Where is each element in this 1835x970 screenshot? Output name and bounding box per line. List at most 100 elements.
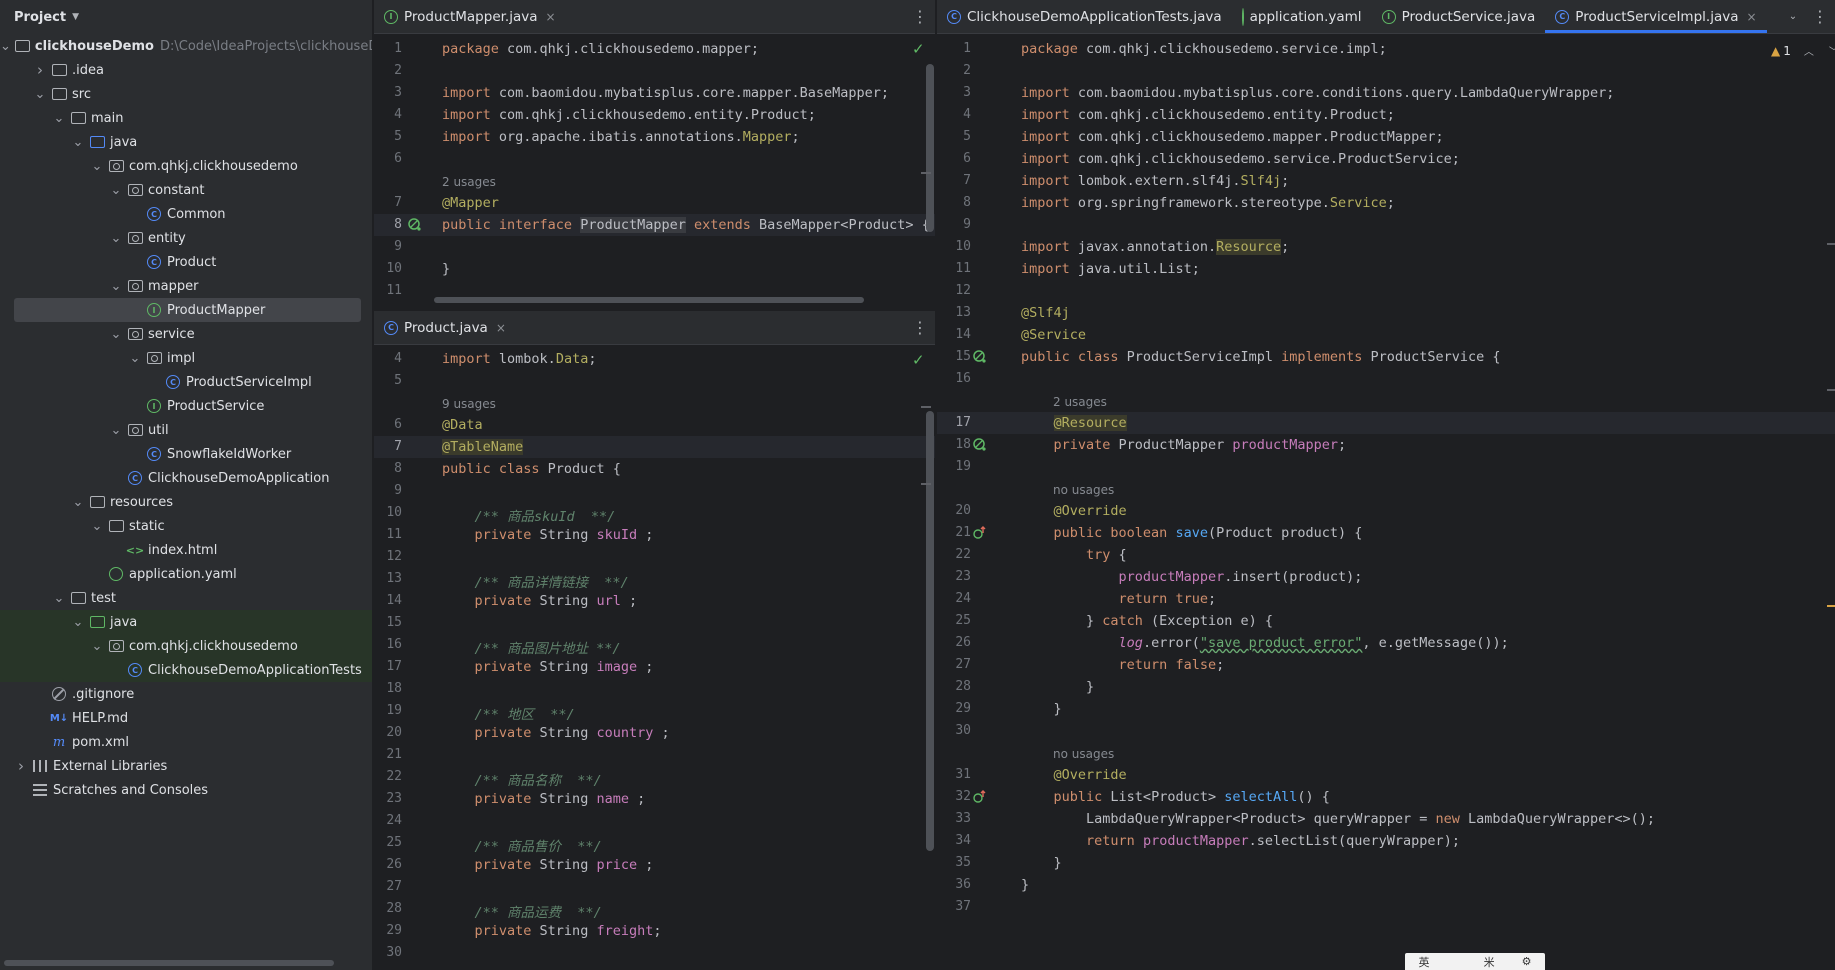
tree-item[interactable]: I ProductMapper — [14, 298, 361, 322]
vertical-scrollbar[interactable] — [926, 411, 934, 851]
tree-item[interactable]: ⌄ java — [0, 610, 372, 634]
tree-item[interactable]: C ClickhouseDemoApplication — [0, 466, 372, 490]
editor-tab[interactable]: C ClickhouseDemoApplicationTests.java — [937, 0, 1232, 33]
tree-item[interactable]: ⌄ resources — [0, 490, 372, 514]
more-options-icon[interactable]: ⋮ — [905, 0, 935, 33]
code-line[interactable]: 21 public boolean save(Product product) … — [937, 522, 1835, 544]
code-line[interactable]: 26 log.error("save product error", e.get… — [937, 632, 1835, 654]
code-line[interactable]: 8 public class Product { — [374, 458, 935, 480]
tree-item[interactable]: C ClickhouseDemoApplicationTests — [0, 658, 372, 682]
code-line[interactable]: 19 — [937, 456, 1835, 478]
code-line[interactable]: 5 import com.qhkj.clickhousedemo.mapper.P… — [937, 126, 1835, 148]
ime-mode-toggle[interactable]: 米 — [1484, 954, 1495, 970]
code-line[interactable]: 7 @Mapper — [374, 192, 935, 214]
tree-item[interactable]: ⌄ mapper — [0, 274, 372, 298]
code-line[interactable]: 6 — [374, 148, 935, 170]
code-line[interactable]: 1 package com.qhkj.clickhousedemo.service… — [937, 38, 1835, 60]
chevron-down-icon[interactable]: ⌄ — [109, 279, 123, 294]
code-line[interactable]: 21 — [374, 744, 935, 766]
tree-item[interactable]: › External Libraries — [0, 754, 372, 778]
code-line[interactable]: 9 — [374, 480, 935, 502]
chevron-down-icon[interactable]: ⌄ — [109, 423, 123, 438]
code-line[interactable]: 13 @Slf4j — [937, 302, 1835, 324]
editor-tab[interactable]: I ProductService.java — [1372, 0, 1546, 33]
tree-item[interactable]: Scratches and Consoles — [0, 778, 372, 802]
tree-item[interactable]: ⌄ constant — [0, 178, 372, 202]
chevron-right-icon[interactable]: › — [33, 61, 47, 79]
code-line[interactable]: 24 return true; — [937, 588, 1835, 610]
tree-item[interactable]: C Product — [0, 250, 372, 274]
code-line[interactable]: 22 /** 商品名称 **/ — [374, 766, 935, 789]
code-line[interactable]: 25 /** 商品售价 **/ — [374, 832, 935, 855]
horizontal-scrollbar[interactable] — [434, 297, 864, 303]
code-line[interactable]: 33 LambdaQueryWrapper<Product> queryWrap… — [937, 808, 1835, 830]
tree-item[interactable]: ⌄ com.qhkj.clickhousedemo — [0, 154, 372, 178]
tree-item[interactable]: ⌄ src — [0, 82, 372, 106]
code-line[interactable]: 27 — [374, 876, 935, 898]
code-line[interactable]: 9 — [374, 236, 935, 258]
code-line[interactable]: 3 import com.baomidou.mybatisplus.core.ma… — [374, 82, 935, 104]
chevron-right-icon[interactable]: › — [14, 757, 28, 775]
code-line[interactable]: 11 private String skuId ; — [374, 524, 935, 546]
code-line[interactable]: 6 import com.qhkj.clickhousedemo.service.… — [937, 148, 1835, 170]
chevron-down-icon[interactable]: ⌄ — [128, 351, 142, 366]
chevron-down-icon[interactable]: ﹀ — [1829, 43, 1835, 58]
spring-bean-icon[interactable] — [408, 218, 422, 232]
chevron-down-icon[interactable]: ▼ — [72, 12, 79, 22]
tree-item[interactable]: ⌄ entity — [0, 226, 372, 250]
code-line[interactable]: 19 /** 地区 **/ — [374, 700, 935, 723]
tree-item[interactable]: <> index.html — [0, 538, 372, 562]
tree-item[interactable]: ⌄ static — [0, 514, 372, 538]
tree-item[interactable]: .gitignore — [0, 682, 372, 706]
tree-item[interactable]: ⌄ java — [0, 130, 372, 154]
code-line[interactable]: 15 — [374, 612, 935, 634]
code-line[interactable]: 8 import org.springframework.stereotype.S… — [937, 192, 1835, 214]
code-line[interactable]: 34 return productMapper.selectList(query… — [937, 830, 1835, 852]
code-line[interactable]: 36} — [937, 874, 1835, 896]
tree-item[interactable]: application.yaml — [0, 562, 372, 586]
code-line[interactable]: 32 public List<Product> selectAll() { — [937, 786, 1835, 808]
close-icon[interactable]: × — [496, 321, 506, 335]
chevron-down-icon[interactable]: ⌄ — [33, 87, 47, 102]
code-line[interactable]: 4 import com.qhkj.clickhousedemo.entity.P… — [937, 104, 1835, 126]
code-line[interactable]: 15 public class ProductServiceImpl implem… — [937, 346, 1835, 368]
inspection-widget[interactable]: ▲ 1 ︿ ﹀ — [1771, 43, 1835, 59]
chevron-down-icon[interactable]: ⌄ — [71, 135, 85, 150]
code-line[interactable]: 10} — [374, 258, 935, 280]
tree-item[interactable]: › .idea — [0, 58, 372, 82]
code-line[interactable]: 6 @Data — [374, 414, 935, 436]
code-line[interactable]: 2 — [937, 60, 1835, 82]
chevron-down-icon[interactable]: ⌄ — [0, 39, 11, 54]
code-line[interactable]: 30 — [374, 942, 935, 964]
code-line[interactable]: 12 — [937, 280, 1835, 302]
chevron-down-icon[interactable]: ⌄ — [90, 159, 104, 174]
chevron-down-icon[interactable]: ⌄ — [71, 615, 85, 630]
code-line[interactable]: 18 — [374, 678, 935, 700]
code-line[interactable]: 23 productMapper.insert(product); — [937, 566, 1835, 588]
code-editor[interactable]: 1 package com.qhkj.clickhousedemo.service… — [937, 38, 1835, 970]
code-line[interactable]: 14 @Service — [937, 324, 1835, 346]
code-line[interactable]: 13 /** 商品详情链接 **/ — [374, 568, 935, 591]
editor-tab[interactable]: I ProductMapper.java × — [374, 0, 566, 33]
code-line[interactable]: 37 — [937, 896, 1835, 918]
chevron-down-icon[interactable]: ⌄ — [90, 519, 104, 534]
override-icon[interactable] — [973, 790, 987, 804]
vertical-scrollbar[interactable] — [926, 64, 934, 232]
tree-item[interactable]: ⌄ test — [0, 586, 372, 610]
tree-item[interactable]: C ProductServiceImpl — [0, 370, 372, 394]
spring-bean-icon[interactable] — [973, 438, 987, 452]
tree-item[interactable]: C Common — [0, 202, 372, 226]
chevron-up-icon[interactable]: ︿ — [1804, 43, 1814, 58]
code-line[interactable]: 20 @Override — [937, 500, 1835, 522]
code-line[interactable]: 9 — [937, 214, 1835, 236]
code-line[interactable]: 14 private String url ; — [374, 590, 935, 612]
editor-tab[interactable]: application.yaml — [1232, 0, 1372, 33]
code-line[interactable]: 16 — [937, 368, 1835, 390]
code-line[interactable]: 4 import lombok.Data; — [374, 348, 935, 370]
gear-icon[interactable]: ⚙ — [1522, 955, 1532, 968]
code-editor[interactable]: 1 package com.qhkj.clickhousedemo.mapper;… — [374, 38, 935, 302]
code-vision-hint[interactable]: 9 usages — [374, 392, 935, 414]
code-line[interactable]: 24 — [374, 810, 935, 832]
code-line[interactable]: 12 — [374, 546, 935, 568]
chevron-down-icon[interactable]: ⌄ — [109, 183, 123, 198]
